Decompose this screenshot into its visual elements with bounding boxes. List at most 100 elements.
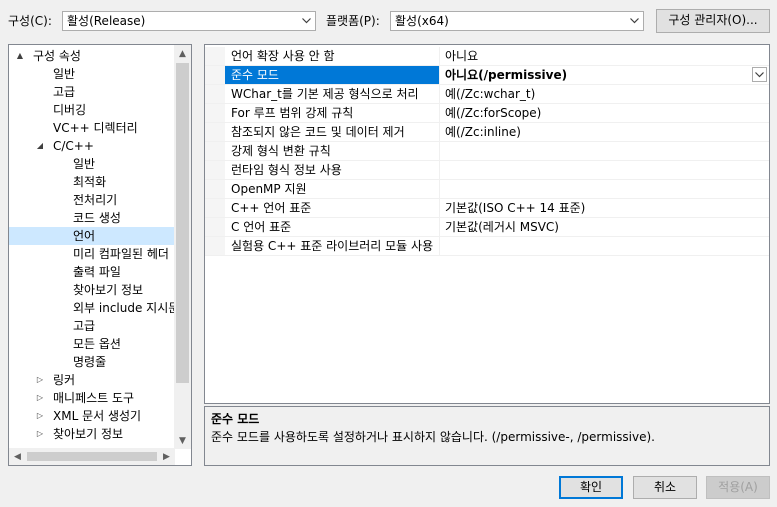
tree-item[interactable]: 명령줄 bbox=[9, 353, 175, 371]
property-row[interactable]: 강제 형식 변환 규칙 bbox=[205, 142, 769, 161]
chevron-down-icon bbox=[625, 12, 643, 30]
property-grid[interactable]: 언어 확장 사용 안 함 아니요 준수 모드 아니요(/permissive) WCha… bbox=[204, 44, 770, 404]
expander-icon[interactable]: ▲ bbox=[15, 47, 25, 65]
property-value[interactable] bbox=[441, 180, 769, 198]
scroll-thumb[interactable] bbox=[27, 452, 157, 461]
platform-select[interactable]: 활성(x64) bbox=[390, 11, 644, 31]
tree-item[interactable]: 최적화 bbox=[9, 173, 175, 191]
tree-item-label: 매니페스트 도구 bbox=[53, 391, 135, 405]
tree-item-label: 모든 옵션 bbox=[73, 337, 121, 351]
scroll-up-icon[interactable]: ▲ bbox=[174, 45, 191, 62]
property-value[interactable]: 아니요(/permissive) bbox=[441, 66, 769, 84]
chevron-down-icon[interactable] bbox=[752, 67, 767, 82]
property-value-text: 아니요(/permissive) bbox=[445, 68, 568, 82]
scroll-down-icon[interactable]: ▼ bbox=[174, 432, 191, 449]
property-row[interactable]: OpenMP 지원 bbox=[205, 180, 769, 199]
description-panel: 준수 모드 준수 모드를 사용하도록 설정하거나 표시하지 않습니다. (/pe… bbox=[204, 406, 770, 466]
row-gutter bbox=[205, 123, 225, 141]
description-title: 준수 모드 bbox=[211, 412, 260, 426]
tree-item[interactable]: 코드 생성 bbox=[9, 209, 175, 227]
tree-item[interactable]: ▷ 찾아보기 정보 bbox=[9, 425, 175, 443]
property-row[interactable]: 런타임 형식 정보 사용 bbox=[205, 161, 769, 180]
tree-item-label: 명령줄 bbox=[73, 355, 107, 369]
expander-icon[interactable]: ▷ bbox=[35, 425, 45, 443]
property-value[interactable]: 기본값(ISO C++ 14 표준) bbox=[441, 199, 769, 217]
property-row[interactable]: 참조되지 않은 코드 및 데이터 제거 예(/Zc:inline) bbox=[205, 123, 769, 142]
tree-item[interactable]: 일반 bbox=[9, 65, 175, 83]
tree-item[interactable]: 일반 bbox=[9, 155, 175, 173]
tree-item[interactable]: 언어 bbox=[9, 227, 175, 245]
property-value-text: 기본값(레거시 MSVC) bbox=[445, 220, 559, 234]
cancel-button[interactable]: 취소 bbox=[633, 476, 697, 499]
config-select[interactable]: 활성(Release) bbox=[62, 11, 316, 31]
row-gutter bbox=[205, 85, 225, 103]
property-value[interactable]: 예(/Zc:inline) bbox=[441, 123, 769, 141]
tree-item[interactable]: VC++ 디렉터리 bbox=[9, 119, 175, 137]
property-tree[interactable]: ▲ 구성 속성 일반 고급 디버깅 VC++ 디렉터리 ◢ C/C++ 일반 최적화 전처리기 코드 … bbox=[8, 44, 192, 466]
property-value-text: 예(/Zc:inline) bbox=[445, 125, 521, 139]
property-row[interactable]: For 루프 범위 강제 규칙 예(/Zc:forScope) bbox=[205, 104, 769, 123]
property-value[interactable] bbox=[441, 161, 769, 179]
config-manager-button[interactable]: 구성 관리자(O)... bbox=[656, 9, 770, 33]
tree-item[interactable]: 출력 파일 bbox=[9, 263, 175, 281]
tree-horizontal-scrollbar[interactable]: ◀ ▶ bbox=[9, 448, 175, 465]
tree-item[interactable]: 디버깅 bbox=[9, 101, 175, 119]
tree-item[interactable]: 고급 bbox=[9, 317, 175, 335]
property-value-text: 기본값(ISO C++ 14 표준) bbox=[445, 201, 586, 215]
property-value[interactable]: 기본값(레거시 MSVC) bbox=[441, 218, 769, 236]
ok-button[interactable]: 확인 bbox=[559, 476, 623, 499]
tree-item[interactable]: 외부 include 지시문 bbox=[9, 299, 179, 317]
expander-icon[interactable]: ▷ bbox=[35, 371, 45, 389]
tree-item-label: 디버깅 bbox=[53, 103, 87, 117]
tree-item[interactable]: 전처리기 bbox=[9, 191, 175, 209]
expander-icon[interactable]: ▷ bbox=[35, 407, 45, 425]
property-value[interactable]: 예(/Zc:forScope) bbox=[441, 104, 769, 122]
tree-item-label: 찾아보기 정보 bbox=[53, 427, 124, 441]
apply-button[interactable]: 적용(A) bbox=[706, 476, 770, 499]
tree-item-label: C/C++ bbox=[53, 139, 94, 153]
tree-item-label: 언어 bbox=[73, 229, 96, 243]
property-row[interactable]: C++ 언어 표준 기본값(ISO C++ 14 표준) bbox=[205, 199, 769, 218]
property-name: C++ 언어 표준 bbox=[225, 199, 440, 217]
tree-item[interactable]: 미리 컴파일된 헤더 bbox=[9, 245, 175, 263]
tree-item[interactable]: 찾아보기 정보 bbox=[9, 281, 175, 299]
property-row[interactable]: C 언어 표준 기본값(레거시 MSVC) bbox=[205, 218, 769, 237]
expander-icon[interactable]: ▷ bbox=[35, 389, 45, 407]
property-value[interactable]: 예(/Zc:wchar_t) bbox=[441, 85, 769, 103]
property-value-text: 아니요 bbox=[445, 49, 479, 63]
property-row[interactable]: 준수 모드 아니요(/permissive) bbox=[205, 66, 769, 85]
property-row[interactable]: 언어 확장 사용 안 함 아니요 bbox=[205, 47, 769, 66]
tree-item-label: 고급 bbox=[53, 85, 76, 99]
tree-item[interactable]: 모든 옵션 bbox=[9, 335, 175, 353]
tree-item[interactable]: ▷ 링커 bbox=[9, 371, 175, 389]
scroll-thumb[interactable] bbox=[176, 63, 189, 383]
property-value[interactable] bbox=[441, 237, 769, 255]
scroll-left-icon[interactable]: ◀ bbox=[9, 448, 26, 465]
tree-item-label: 일반 bbox=[53, 67, 76, 81]
platform-label: 플랫폼(P): bbox=[326, 14, 380, 28]
tree-item[interactable]: ◢ C/C++ bbox=[9, 137, 175, 155]
tree-item[interactable]: ▷ XML 문서 생성기 bbox=[9, 407, 175, 425]
property-row[interactable]: 실험용 C++ 표준 라이브러리 모듈 사용 bbox=[205, 237, 769, 256]
tree-item[interactable]: ▷ 매니페스트 도구 bbox=[9, 389, 175, 407]
tree-item[interactable]: 고급 bbox=[9, 83, 175, 101]
property-value[interactable] bbox=[441, 142, 769, 160]
tree-item[interactable]: ▲ 구성 속성 bbox=[9, 47, 175, 65]
property-row[interactable]: WChar_t를 기본 제공 형식으로 처리 예(/Zc:wchar_t) bbox=[205, 85, 769, 104]
tree-vertical-scrollbar[interactable]: ▲ ▼ bbox=[174, 45, 191, 449]
expander-icon[interactable]: ◢ bbox=[35, 137, 45, 155]
tree-item-label: XML 문서 생성기 bbox=[53, 409, 142, 423]
row-gutter bbox=[205, 199, 225, 217]
row-gutter bbox=[205, 66, 225, 84]
scroll-right-icon[interactable]: ▶ bbox=[158, 448, 175, 465]
property-value[interactable]: 아니요 bbox=[441, 47, 769, 65]
